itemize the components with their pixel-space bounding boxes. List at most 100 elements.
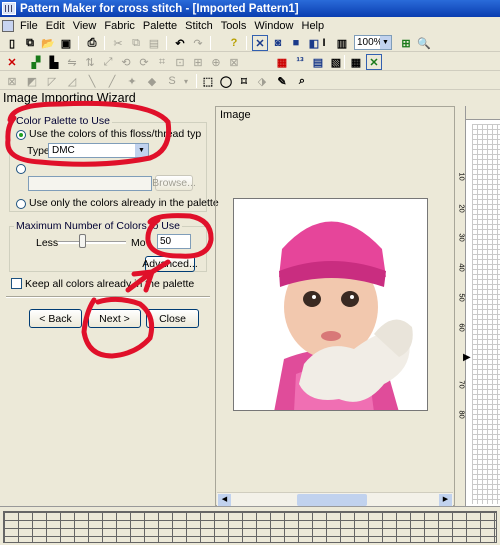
color-list-icon[interactable]: ▤	[310, 54, 326, 70]
crop-icon[interactable]: ⌗	[154, 54, 170, 70]
redo-icon[interactable]: ↷	[190, 35, 206, 51]
full-stitch-icon[interactable]: ⊠	[4, 73, 20, 89]
ruler-label: 30	[457, 233, 467, 242]
chevron-down-icon[interactable]: ▼	[135, 144, 148, 157]
zoom-icon[interactable]: 🔍	[416, 35, 432, 51]
ruler-label: 50	[457, 293, 467, 302]
stitch-toolbar: ✕ ▞ ▙ ⇋ ⇅ ⤢ ⟲ ⟳ ⌗ ⊡ ⊞ ⊕ ⊠ ▦ ¹³ ▤ ▧ ▦ ✕	[0, 53, 500, 71]
fill-icon[interactable]: ▙	[46, 54, 62, 70]
symbol-view-icon[interactable]: ◙	[270, 35, 286, 51]
more-label: Mo	[131, 237, 146, 249]
drawing-toolbar: ⊠ ◩ ◸ ◿ ╲ ╱ ✦ ◆ S ▾ ⬚ ◯ ⌑ ⬗ ✎ ⌕	[0, 72, 500, 90]
three-quarter-icon[interactable]: ◩	[24, 73, 40, 89]
close-button[interactable]: Close	[146, 309, 199, 328]
backstitch-icon[interactable]: ╲	[84, 73, 100, 89]
text-tool-icon[interactable]: I	[316, 35, 332, 51]
fit-window-icon[interactable]: ⊞	[398, 35, 414, 51]
menu-view[interactable]: View	[69, 20, 101, 32]
wizard-title: Image Importing Wizard	[3, 91, 136, 105]
horizontal-scrollbar[interactable]: ◀ ▶	[217, 492, 453, 506]
ruler-label: 70	[457, 380, 467, 389]
pattern-grid[interactable]	[472, 124, 500, 504]
chevron-down-icon[interactable]: ▼	[380, 36, 391, 49]
less-label: Less	[36, 237, 59, 249]
menu-bar: File Edit View Fabric Palette Stitch Too…	[0, 17, 500, 34]
new-file-icon[interactable]: ▯	[4, 35, 20, 51]
color-select-icon[interactable]: ⬗	[254, 73, 270, 89]
palette-only-radio[interactable]	[16, 199, 26, 209]
menu-fabric[interactable]: Fabric	[100, 20, 139, 32]
thread-type-select[interactable]: DMC ▼	[48, 143, 149, 158]
rotate-left-icon[interactable]: ⟲	[118, 54, 134, 70]
max-colors-input[interactable]: 50	[157, 234, 191, 249]
ruler-label: 40	[457, 263, 467, 272]
snap-icon[interactable]: ⊠	[226, 54, 242, 70]
cross-stitch-icon[interactable]: ✕	[252, 35, 268, 51]
new-from-icon[interactable]: ⧉	[22, 35, 38, 51]
rotate-right-icon[interactable]: ⟳	[136, 54, 152, 70]
file-radio[interactable]	[16, 164, 26, 174]
browse-button[interactable]: Browse...	[152, 175, 196, 191]
file-path-field[interactable]	[28, 176, 152, 191]
french-knot-icon[interactable]: ✦	[124, 73, 140, 89]
help-icon[interactable]: ?	[226, 35, 242, 51]
rect-select-icon[interactable]: ⬚	[200, 73, 216, 89]
menu-palette[interactable]: Palette	[139, 20, 181, 32]
open-folder-icon[interactable]: 📂	[40, 35, 56, 51]
palette-colors-icon[interactable]: ▦	[274, 54, 290, 70]
cross-grid-icon[interactable]: ✕	[366, 54, 382, 70]
scroll-left-icon[interactable]: ◀	[218, 494, 231, 506]
floss-radio[interactable]	[16, 130, 26, 140]
resize-icon[interactable]: ⊡	[172, 54, 188, 70]
imported-photo	[233, 198, 428, 411]
standard-toolbar: ▯ ⧉ 📂 ▣ ⎙ ✂ ⧉ ▤ ↶ ↷ ? ✕ ◙ ■ ◧ I ▥ 100% ▼ …	[0, 34, 500, 52]
menu-help[interactable]: Help	[298, 20, 329, 32]
long-stitch-icon[interactable]: ╱	[104, 73, 120, 89]
magnifier-icon[interactable]: ⌕	[294, 73, 310, 89]
keep-colors-checkbox[interactable]	[11, 278, 22, 289]
scroll-right-icon[interactable]: ▶	[439, 494, 452, 506]
advanced-button[interactable]: Advanced...	[142, 256, 198, 272]
zoom-select[interactable]: 100% ▼	[354, 35, 392, 50]
document-icon[interactable]	[2, 19, 14, 32]
magic-select-icon[interactable]: ⌑	[236, 73, 252, 89]
back-button[interactable]: < Back	[29, 309, 82, 328]
slider-thumb[interactable]	[78, 234, 86, 248]
half-icon[interactable]: ◸	[44, 73, 60, 89]
save-icon[interactable]: ▣	[58, 35, 74, 51]
vertical-ruler	[456, 106, 466, 506]
copy-icon[interactable]: ⧉	[128, 35, 144, 51]
ruler-label: 20	[457, 204, 467, 213]
color-match-icon[interactable]: ¹³	[292, 54, 308, 70]
palette-cells[interactable]	[3, 511, 497, 543]
cut-icon[interactable]: ✂	[110, 35, 126, 51]
half-stitch-icon[interactable]: ▞	[28, 54, 44, 70]
color-block-icon[interactable]: ■	[288, 35, 304, 51]
mirror-icon[interactable]: ⇅	[82, 54, 98, 70]
stretch-icon[interactable]: ⤢	[100, 54, 116, 70]
chevron-down-icon[interactable]: ▾	[178, 73, 194, 89]
menu-stitch[interactable]: Stitch	[181, 20, 217, 32]
ruler-label: 80	[457, 410, 467, 419]
grid-icon[interactable]: ▦	[348, 54, 364, 70]
symbol-list-icon[interactable]: ▧	[328, 54, 344, 70]
menu-file[interactable]: File	[16, 20, 42, 32]
lasso-select-icon[interactable]: ◯	[218, 73, 234, 89]
colors-slider[interactable]	[58, 241, 126, 244]
quarter-icon[interactable]: ◿	[64, 73, 80, 89]
shift-icon[interactable]: ⊞	[190, 54, 206, 70]
flip-icon[interactable]: ⇋	[64, 54, 80, 70]
menu-edit[interactable]: Edit	[42, 20, 69, 32]
eyedropper-icon[interactable]: ✎	[274, 73, 290, 89]
bead-icon[interactable]: ◆	[144, 73, 160, 89]
menu-tools[interactable]: Tools	[217, 20, 251, 32]
paste-icon[interactable]: ▤	[146, 35, 162, 51]
print-icon[interactable]: ⎙	[84, 35, 100, 51]
scroll-thumb[interactable]	[297, 494, 367, 506]
center-icon[interactable]: ⊕	[208, 54, 224, 70]
menu-window[interactable]: Window	[250, 20, 297, 32]
page-setup-icon[interactable]: ▥	[334, 35, 350, 51]
delete-stitch-icon[interactable]: ✕	[4, 54, 20, 70]
undo-icon[interactable]: ↶	[172, 35, 188, 51]
next-button[interactable]: Next >	[88, 309, 141, 328]
